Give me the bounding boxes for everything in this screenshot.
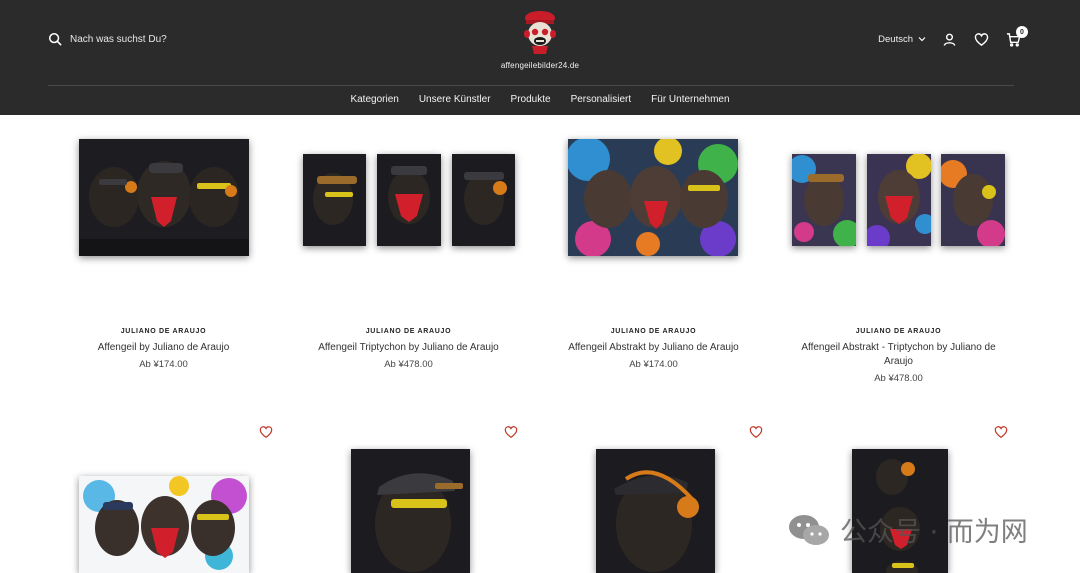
product-title[interactable]: Affengeil Triptychon by Juliano de Arauj…: [286, 341, 531, 355]
product-card[interactable]: JULIANO DE ARAUJO Affengeil Abstrakt by …: [531, 328, 776, 370]
wishlist-button[interactable]: [972, 30, 990, 48]
search-bar[interactable]: Nach was suchst Du?: [48, 32, 167, 46]
splash-monkeys-artwork: [79, 476, 249, 573]
site-header: Nach was suchst Du? affengeilebilder24.d…: [0, 0, 1080, 115]
product-image-triptych-panel-2[interactable]: [377, 154, 441, 246]
product-image-affengeil-portrait-headphones[interactable]: [596, 449, 715, 573]
product-price: Ab ¥478.00: [384, 359, 433, 370]
nav-item-produkte[interactable]: Produkte: [511, 94, 551, 105]
watermark-overlay: 公众号 · 而为网: [788, 510, 1028, 549]
triptych-panel-art: [867, 154, 931, 246]
cart-count-badge: 0: [1016, 26, 1028, 38]
site-logo[interactable]: affengeilebilder24.de: [490, 6, 590, 70]
product-vendor[interactable]: JULIANO DE ARAUJO: [41, 328, 286, 335]
heart-outline-icon: [994, 426, 1008, 438]
product-vendor[interactable]: JULIANO DE ARAUJO: [286, 328, 531, 335]
nav-item-personalisiert[interactable]: Personalisiert: [571, 94, 632, 105]
header-tools: Deutsch 0: [878, 26, 1028, 48]
product-card[interactable]: JULIANO DE ARAUJO Affengeil by Juliano d…: [41, 328, 286, 370]
product-image-triptych-panel-1[interactable]: [303, 154, 366, 246]
product-image-affengeil-abstrakt[interactable]: [568, 139, 738, 256]
product-image-abstrakt-triptych-panel-2[interactable]: [867, 154, 931, 246]
monkey-skull-logo-icon: [524, 11, 556, 54]
product-image-triptych-panel-3[interactable]: [452, 154, 515, 246]
chevron-down-icon: [918, 37, 926, 42]
product-image-affengeil-portrait-glasses[interactable]: [351, 449, 470, 573]
abstract-monkeys-artwork: [568, 139, 738, 256]
cart-button[interactable]: 0: [1004, 26, 1028, 48]
nav-item-kategorien[interactable]: Kategorien: [350, 94, 398, 105]
triptych-panel-art: [941, 154, 1005, 246]
product-price: Ab ¥478.00: [874, 373, 923, 384]
portrait-monkey-artwork: [351, 449, 470, 573]
nav-item-fuer-unternehmen[interactable]: Für Unternehmen: [651, 94, 729, 105]
search-placeholder[interactable]: Nach was suchst Du?: [70, 34, 167, 45]
main-navigation: Kategorien Unsere Künstler Produkte Pers…: [0, 94, 1080, 105]
product-title[interactable]: Affengeil by Juliano de Araujo: [41, 341, 286, 355]
heart-outline-icon: [504, 426, 518, 438]
portrait-monkey-artwork: [596, 449, 715, 573]
search-icon: [48, 32, 62, 46]
header-divider: [48, 85, 1014, 86]
product-image-affengeil[interactable]: [79, 139, 249, 256]
logo-text: affengeilebilder24.de: [500, 61, 580, 70]
account-button[interactable]: [940, 30, 958, 48]
add-to-wishlist-button[interactable]: [259, 425, 273, 439]
add-to-wishlist-button[interactable]: [504, 425, 518, 439]
product-image-affengeil-splash[interactable]: [79, 476, 249, 573]
triptych-panel-art: [377, 154, 441, 246]
product-price: Ab ¥174.00: [629, 359, 678, 370]
heart-outline-icon: [749, 426, 763, 438]
triptych-panel-art: [452, 154, 515, 246]
heart-outline-icon: [259, 426, 273, 438]
watermark-text: 公众号 · 而为网: [840, 517, 1028, 548]
product-card[interactable]: JULIANO DE ARAUJO Affengeil Abstrakt - T…: [776, 328, 1021, 384]
product-image-abstrakt-triptych-panel-1[interactable]: [792, 154, 856, 246]
language-label: Deutsch: [878, 33, 913, 45]
add-to-wishlist-button[interactable]: [749, 425, 763, 439]
triptych-panel-art: [792, 154, 856, 246]
product-image-abstrakt-triptych-panel-3[interactable]: [941, 154, 1005, 246]
product-price: Ab ¥174.00: [139, 359, 188, 370]
three-monkeys-artwork: [79, 139, 249, 256]
add-to-wishlist-button[interactable]: [994, 425, 1008, 439]
wechat-icon: [789, 514, 829, 545]
language-selector[interactable]: Deutsch: [878, 34, 926, 45]
nav-item-unsere-kuenstler[interactable]: Unsere Künstler: [419, 94, 491, 105]
product-vendor[interactable]: JULIANO DE ARAUJO: [776, 328, 1021, 335]
product-vendor[interactable]: JULIANO DE ARAUJO: [531, 328, 776, 335]
heart-icon: [974, 32, 988, 46]
product-title[interactable]: Affengeil Abstrakt - Triptychon by Julia…: [776, 341, 1021, 369]
account-icon: [943, 33, 955, 46]
product-card[interactable]: JULIANO DE ARAUJO Affengeil Triptychon b…: [286, 328, 531, 370]
product-title[interactable]: Affengeil Abstrakt by Juliano de Araujo: [531, 341, 776, 355]
triptych-panel-art: [303, 154, 366, 246]
